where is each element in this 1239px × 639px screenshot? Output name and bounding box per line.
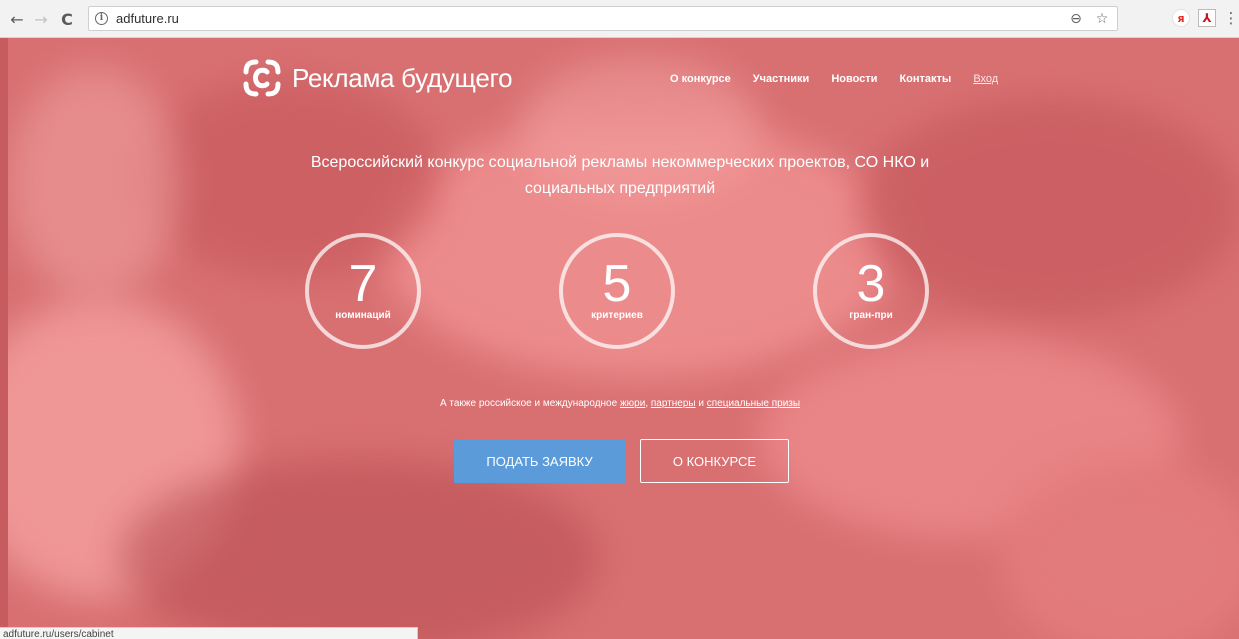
info-icon[interactable]: i [95, 12, 108, 25]
back-icon[interactable]: ← [6, 8, 28, 30]
partners-link[interactable]: партнеры [651, 398, 696, 409]
page-left-edge [0, 38, 8, 639]
nav-item-news[interactable]: Новости [831, 73, 877, 85]
background-blob [10, 68, 180, 298]
jury-link[interactable]: жюри [620, 398, 645, 409]
stat-label: критериев [591, 309, 643, 321]
top-nav: О конкурсе Участники Новости Контакты Вх… [670, 73, 998, 85]
stat-criteria: 5 критериев [559, 233, 675, 349]
also-comma: , [645, 398, 649, 409]
browser-toolbar: ← → C i adfuture.ru ⊖ ☆ я ⅄ ⋮ [0, 0, 1239, 38]
also-text: А также российское и международное жюри,… [300, 398, 940, 409]
stat-number: 7 [348, 254, 378, 313]
stat-label: номинаций [335, 309, 391, 321]
menu-icon[interactable]: ⋮ [1224, 9, 1239, 27]
star-icon[interactable]: ☆ [1093, 10, 1111, 28]
nav-item-participants[interactable]: Участники [753, 73, 810, 85]
stat-grand-prix: 3 гран-при [813, 233, 929, 349]
pdf-extension-icon[interactable]: ⅄ [1198, 9, 1216, 27]
reload-icon[interactable]: C [56, 8, 78, 30]
hero-section: Реклама будущего О конкурсе Участники Но… [0, 38, 1239, 639]
zoom-icon[interactable]: ⊖ [1067, 10, 1085, 28]
stat-nominations: 7 номинаций [305, 233, 421, 349]
stat-number: 3 [856, 254, 886, 313]
about-contest-button[interactable]: О КОНКУРСЕ [640, 439, 789, 483]
tagline-line: Всероссийский конкурс социальной рекламы… [310, 154, 930, 171]
nav-item-about[interactable]: О конкурсе [670, 73, 731, 85]
hero-tagline: Всероссийский конкурс социальной рекламы… [260, 150, 980, 202]
site-logo[interactable]: Реклама будущего [240, 56, 513, 100]
stat-label: гран-при [849, 309, 893, 321]
yandex-extension-icon[interactable]: я [1172, 9, 1190, 27]
special-prizes-link[interactable]: специальные призы [707, 398, 800, 409]
apply-button[interactable]: ПОДАТЬ ЗАЯВКУ [454, 439, 625, 483]
logo-icon [243, 59, 281, 97]
stat-number: 5 [602, 254, 632, 313]
tagline-line: социальных предприятий [524, 180, 716, 197]
nav-item-contacts[interactable]: Контакты [899, 73, 951, 85]
url-text[interactable]: adfuture.ru [116, 11, 179, 26]
status-bar-url: adfuture.ru/users/cabinet [0, 627, 418, 639]
forward-icon[interactable]: → [30, 8, 52, 30]
logo-text: Реклама будущего [292, 62, 513, 93]
also-prefix: А также российское и международное [439, 398, 618, 409]
nav-item-login[interactable]: Вход [973, 73, 998, 85]
address-bar[interactable]: i adfuture.ru ⊖ ☆ [88, 6, 1118, 31]
also-and: и [698, 398, 704, 409]
